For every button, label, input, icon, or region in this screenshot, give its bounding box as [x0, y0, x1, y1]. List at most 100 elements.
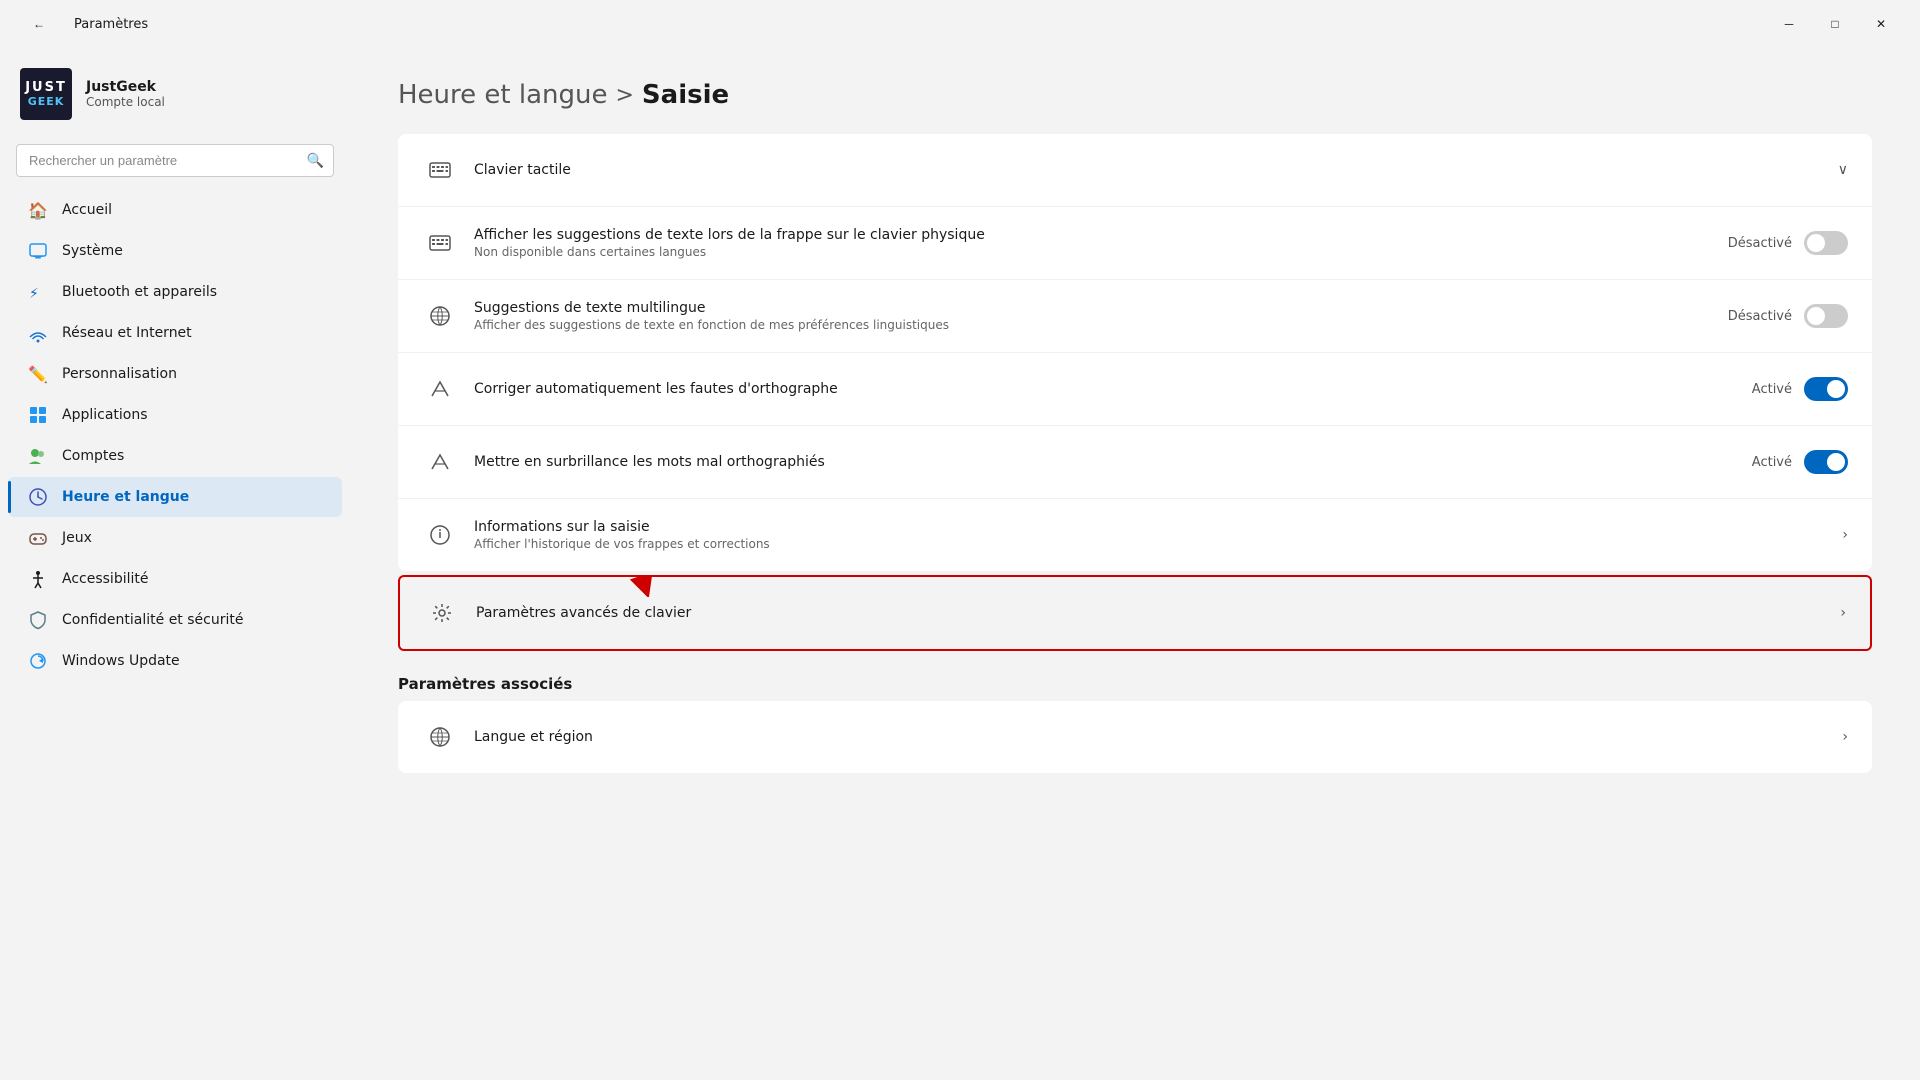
settings-item-right: Désactivé — [1728, 304, 1848, 328]
surbrillance-mots-title: Mettre en surbrillance les mots mal orth… — [474, 454, 1736, 470]
sidebar-item-accueil[interactable]: 🏠 Accueil — [8, 190, 342, 230]
search-input[interactable] — [16, 144, 334, 177]
sidebar-username: JustGeek — [86, 79, 165, 95]
maximize-button[interactable]: □ — [1812, 8, 1858, 40]
settings-item-right: Activé — [1752, 377, 1848, 401]
keyboard-tactile-icon — [422, 152, 458, 188]
settings-item-text: Clavier tactile — [474, 162, 1822, 178]
sidebar: JUST GEEK JustGeek Compte local 🔍 🏠 Accu… — [0, 48, 350, 1080]
settings-item-langue-region[interactable]: Langue et région › — [398, 701, 1872, 773]
sidebar-item-label: Bluetooth et appareils — [62, 284, 217, 300]
suggestions-texte-subtitle: Non disponible dans certaines langues — [474, 245, 1712, 259]
toggle-label: Activé — [1752, 382, 1792, 397]
surbrillance-mots-icon — [422, 444, 458, 480]
settings-item-text: Mettre en surbrillance les mots mal orth… — [474, 454, 1736, 470]
settings-item-informations-saisie[interactable]: Informations sur la saisie Afficher l'hi… — [398, 499, 1872, 571]
settings-item-correction-orthographe[interactable]: Corriger automatiquement les fautes d'or… — [398, 353, 1872, 426]
settings-item-surbrillance-mots[interactable]: Mettre en surbrillance les mots mal orth… — [398, 426, 1872, 499]
titlebar-controls: ─ □ ✕ — [1766, 8, 1904, 40]
sidebar-item-label: Confidentialité et sécurité — [62, 612, 243, 628]
clavier-tactile-title: Clavier tactile — [474, 162, 1822, 178]
sidebar-item-comptes[interactable]: Comptes — [8, 436, 342, 476]
informations-saisie-icon — [422, 517, 458, 553]
close-button[interactable]: ✕ — [1858, 8, 1904, 40]
sidebar-item-bluetooth[interactable]: ⚡ Bluetooth et appareils — [8, 272, 342, 312]
home-icon: 🏠 — [28, 200, 48, 220]
parametres-avances-title: Paramètres avancés de clavier — [476, 605, 1824, 621]
sidebar-item-label: Applications — [62, 407, 148, 423]
sidebar-nav: 🏠 Accueil Système ⚡ Bluetooth et apparei… — [0, 189, 350, 682]
sidebar-item-label: Comptes — [62, 448, 124, 464]
sidebar-item-label: Accueil — [62, 202, 112, 218]
sidebar-item-confidentialite[interactable]: Confidentialité et sécurité — [8, 600, 342, 640]
suggestions-texte-title: Afficher les suggestions de texte lors d… — [474, 227, 1712, 243]
personalization-icon: ✏️ — [28, 364, 48, 384]
correction-orthographe-icon — [422, 371, 458, 407]
related-section-title: Paramètres associés — [398, 675, 1872, 693]
parametres-avances-icon — [424, 595, 460, 631]
accounts-icon — [28, 446, 48, 466]
chevron-down-icon: ∨ — [1838, 162, 1848, 178]
update-icon — [28, 651, 48, 671]
breadcrumb-separator: > — [615, 83, 633, 108]
sidebar-item-applications[interactable]: Applications — [8, 395, 342, 435]
settings-item-suggestions-texte[interactable]: Afficher les suggestions de texte lors d… — [398, 207, 1872, 280]
sidebar-item-update[interactable]: Windows Update — [8, 641, 342, 681]
toggle-label: Désactivé — [1728, 236, 1792, 251]
langue-region-title: Langue et région — [474, 729, 1826, 745]
chevron-right-icon: › — [1842, 527, 1848, 543]
sidebar-item-label: Jeux — [62, 530, 92, 546]
time-icon — [28, 487, 48, 507]
sidebar-item-reseau[interactable]: Réseau et Internet — [8, 313, 342, 353]
settings-item-right: Désactivé — [1728, 231, 1848, 255]
accessibility-icon — [28, 569, 48, 589]
settings-item-text: Paramètres avancés de clavier — [476, 605, 1824, 621]
privacy-icon — [28, 610, 48, 630]
settings-item-parametres-avances[interactable]: Paramètres avancés de clavier › — [400, 577, 1870, 649]
titlebar-left: ← Paramètres — [16, 8, 148, 40]
settings-item-right: ∨ — [1838, 162, 1848, 178]
titlebar: ← Paramètres ─ □ ✕ — [0, 0, 1920, 48]
bluetooth-icon: ⚡ — [28, 282, 48, 302]
svg-text:⚡: ⚡ — [29, 286, 39, 301]
settings-card-related: Langue et région › — [398, 701, 1872, 773]
toggle-surbrillance-mots[interactable] — [1804, 450, 1848, 474]
settings-item-text: Afficher les suggestions de texte lors d… — [474, 227, 1712, 259]
sidebar-item-systeme[interactable]: Système — [8, 231, 342, 271]
langue-region-icon — [422, 719, 458, 755]
sidebar-search: 🔍 — [16, 144, 334, 177]
sidebar-item-label: Réseau et Internet — [62, 325, 192, 341]
settings-item-suggestions-multilingue[interactable]: Suggestions de texte multilingue Affiche… — [398, 280, 1872, 353]
breadcrumb-current: Saisie — [642, 80, 729, 110]
sidebar-user-info: JustGeek Compte local — [86, 79, 165, 109]
sidebar-item-jeux[interactable]: Jeux — [8, 518, 342, 558]
sidebar-item-accessibilite[interactable]: Accessibilité — [8, 559, 342, 599]
settings-item-right: › — [1842, 527, 1848, 543]
back-button[interactable]: ← — [16, 8, 62, 40]
minimize-button[interactable]: ─ — [1766, 8, 1812, 40]
toggle-correction-orthographe[interactable] — [1804, 377, 1848, 401]
toggle-suggestions-texte[interactable] — [1804, 231, 1848, 255]
sidebar-item-label: Système — [62, 243, 123, 259]
correction-orthographe-title: Corriger automatiquement les fautes d'or… — [474, 381, 1736, 397]
settings-item-right: › — [1842, 729, 1848, 745]
suggestions-multilingue-title: Suggestions de texte multilingue — [474, 300, 1712, 316]
search-icon: 🔍 — [307, 153, 324, 169]
settings-item-text: Informations sur la saisie Afficher l'hi… — [474, 519, 1826, 551]
settings-item-text: Suggestions de texte multilingue Affiche… — [474, 300, 1712, 332]
sidebar-account: Compte local — [86, 95, 165, 109]
toggle-label: Activé — [1752, 455, 1792, 470]
apps-icon — [28, 405, 48, 425]
network-icon — [28, 323, 48, 343]
settings-item-right: › — [1840, 605, 1846, 621]
informations-saisie-title: Informations sur la saisie — [474, 519, 1826, 535]
sidebar-item-label: Accessibilité — [62, 571, 148, 587]
toggle-suggestions-multilingue[interactable] — [1804, 304, 1848, 328]
sidebar-profile: JUST GEEK JustGeek Compte local — [0, 56, 350, 140]
sidebar-item-personnalisation[interactable]: ✏️ Personnalisation — [8, 354, 342, 394]
sidebar-item-heure[interactable]: Heure et langue — [8, 477, 342, 517]
sidebar-logo: JUST GEEK — [20, 68, 72, 120]
settings-item-text: Corriger automatiquement les fautes d'or… — [474, 381, 1736, 397]
settings-item-clavier-tactile[interactable]: Clavier tactile ∨ — [398, 134, 1872, 207]
titlebar-title: Paramètres — [74, 17, 148, 32]
